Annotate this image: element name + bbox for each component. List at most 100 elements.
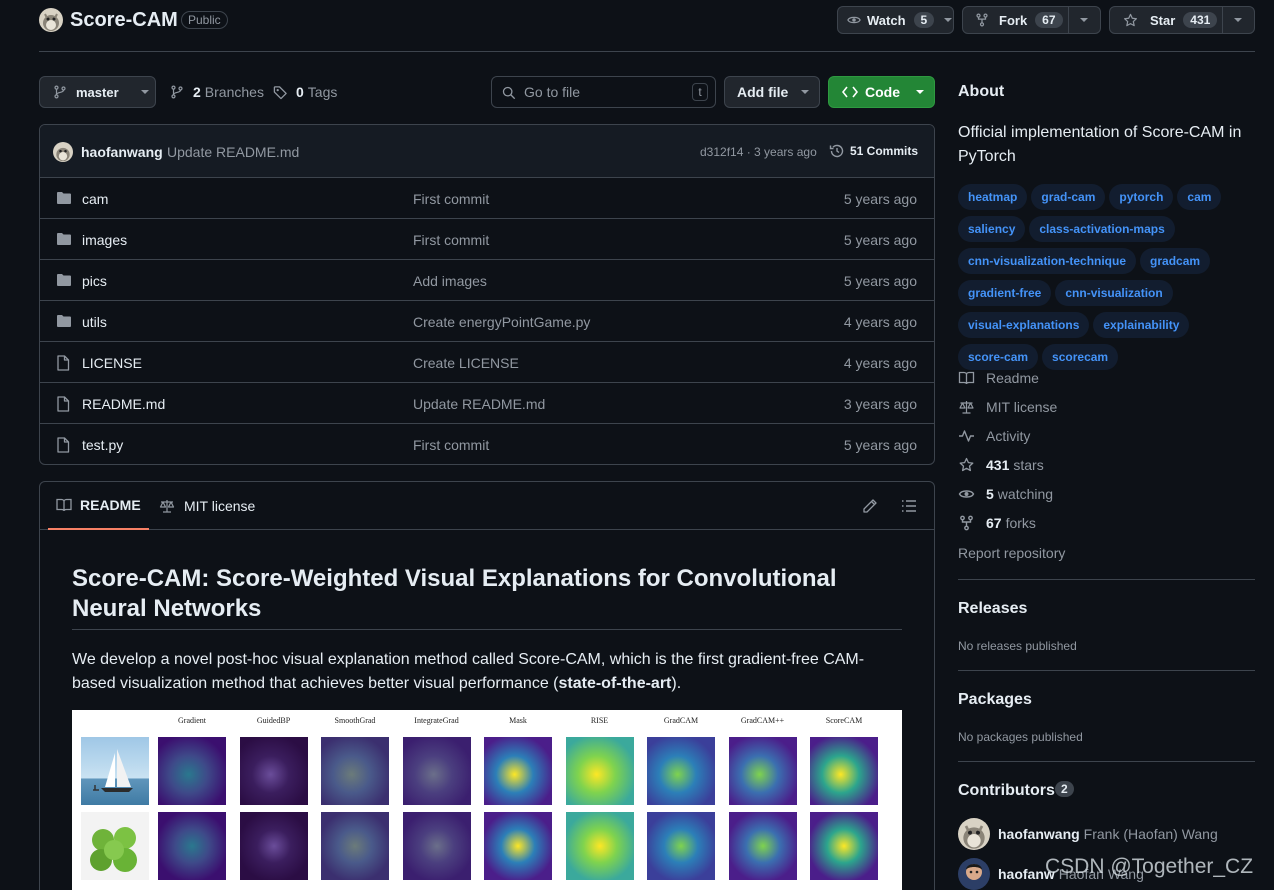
branch-select[interactable]: master: [39, 76, 156, 108]
avatar[interactable]: [53, 142, 73, 162]
commit-author[interactable]: haofanwang: [81, 144, 163, 160]
file-commit-message[interactable]: Create LICENSE: [413, 355, 519, 371]
branch-icon: [54, 85, 66, 99]
fork-button[interactable]: Fork 67: [962, 6, 1101, 34]
topic-tag[interactable]: gradcam: [1140, 248, 1211, 274]
forks-link[interactable]: 67 forks: [958, 515, 1036, 531]
tab-license[interactable]: MIT license: [159, 482, 255, 530]
fork-icon: [976, 13, 988, 27]
star-count: 431: [1183, 12, 1218, 28]
avatar: [958, 818, 990, 850]
file-commit-message[interactable]: Update README.md: [413, 396, 545, 412]
go-to-file-input[interactable]: Go to file t: [491, 76, 716, 108]
contributor-item[interactable]: haofanwang Frank (Haofan) Wang: [958, 818, 1218, 850]
report-link[interactable]: Report repository: [958, 545, 1065, 561]
topic-tag[interactable]: cam: [1177, 184, 1222, 210]
file-name[interactable]: cam: [82, 191, 108, 207]
file-name[interactable]: utils: [82, 314, 107, 330]
topic-tag[interactable]: visual-explanations: [958, 312, 1090, 338]
topic-tag[interactable]: heatmap: [958, 184, 1028, 210]
file-name[interactable]: test.py: [82, 437, 123, 453]
commit-hash-time[interactable]: d312f14 · 3 years ago: [700, 145, 817, 159]
topic-tag[interactable]: explainability: [1093, 312, 1190, 338]
repo-name[interactable]: Score-CAM: [70, 9, 178, 32]
file-icon: [56, 437, 70, 453]
file-row[interactable]: images First commit 5 years ago: [40, 219, 934, 260]
topic-tag[interactable]: saliency: [958, 216, 1026, 242]
chevron-down-icon[interactable]: [944, 18, 953, 22]
add-file-button[interactable]: Add file: [724, 76, 820, 108]
file-commit-message[interactable]: First commit: [413, 437, 489, 453]
file-name[interactable]: LICENSE: [82, 355, 142, 371]
heatmap-tile: [810, 812, 878, 880]
file-row[interactable]: test.py First commit 5 years ago: [40, 424, 934, 464]
file-name[interactable]: images: [82, 232, 127, 248]
topic-tag[interactable]: class-activation-maps: [1029, 216, 1175, 242]
commits-count: 51 Commits: [850, 144, 919, 158]
star-button[interactable]: Star 431: [1109, 6, 1255, 34]
branch-icon: [171, 85, 183, 99]
code-button[interactable]: Code: [828, 76, 935, 108]
topic-tag[interactable]: gradient-free: [958, 280, 1052, 306]
file-row[interactable]: README.md Update README.md 3 years ago: [40, 383, 934, 424]
book-icon: [958, 371, 975, 385]
sailboat-image: [81, 737, 149, 805]
topic-tag[interactable]: pytorch: [1109, 184, 1174, 210]
figure-column-label: GuidedBP: [256, 716, 291, 725]
license-link[interactable]: MIT license: [958, 399, 1057, 415]
contributor-login: haofanwang: [998, 826, 1080, 842]
branches-link[interactable]: 2 Branches: [170, 84, 264, 100]
star-icon: [1123, 13, 1138, 26]
chevron-down-icon[interactable]: [1234, 18, 1242, 22]
heatmap-tile: [402, 812, 471, 880]
star-label: Star: [1150, 12, 1176, 28]
watch-button[interactable]: Watch 5: [837, 6, 954, 34]
commit-message[interactable]: Update README.md: [167, 144, 299, 160]
packages-heading[interactable]: Packages: [958, 691, 1032, 709]
para-bold: state-of-the-art: [558, 675, 672, 692]
topic-tag[interactable]: score-cam: [958, 344, 1039, 370]
file-row[interactable]: pics Add images 5 years ago: [40, 260, 934, 301]
heatmap-tile: [728, 737, 797, 805]
file-commit-message[interactable]: First commit: [413, 232, 489, 248]
sidebar-divider: [958, 761, 1255, 762]
tags-count: 0: [296, 84, 304, 100]
watching-link[interactable]: 5 watching: [958, 486, 1053, 502]
topic-tag[interactable]: grad-cam: [1031, 184, 1106, 210]
file-name[interactable]: README.md: [82, 396, 165, 412]
stars-link[interactable]: 431 stars: [958, 457, 1044, 473]
releases-heading[interactable]: Releases: [958, 600, 1027, 618]
topic-tag[interactable]: cnn-visualization-technique: [958, 248, 1137, 274]
activity-link[interactable]: Activity: [958, 428, 1030, 444]
file-age: 5 years ago: [843, 273, 917, 289]
file-commit-message[interactable]: Add images: [413, 273, 487, 289]
heatmap-tile: [647, 737, 715, 805]
file-row[interactable]: utils Create energyPointGame.py 4 years ag…: [40, 301, 934, 342]
contributors-heading[interactable]: Contributors: [958, 782, 1055, 800]
owner-avatar[interactable]: [39, 8, 63, 32]
file-row[interactable]: LICENSE Create LICENSE 4 years ago: [40, 342, 934, 383]
branches-count: 2: [193, 84, 201, 100]
topics-list: heatmap grad-cam pytorch cam saliency class-a…: [958, 184, 1255, 376]
file-row[interactable]: cam First commit 5 years ago: [40, 178, 934, 219]
tab-readme[interactable]: README: [48, 482, 149, 530]
topic-tag[interactable]: scorecam: [1042, 344, 1119, 370]
file-icon: [56, 355, 70, 371]
fork-label: Fork: [999, 12, 1028, 28]
list-icon[interactable]: [901, 499, 917, 513]
chevron-down-icon: [916, 90, 924, 94]
commits-link[interactable]: 51 Commits: [829, 143, 918, 159]
pencil-icon[interactable]: [862, 498, 878, 514]
file-age: 4 years ago: [843, 314, 917, 330]
file-list: cam First commit 5 years ago images First co…: [40, 178, 934, 464]
heatmap-tile: [239, 737, 308, 805]
readme-link[interactable]: Readme: [958, 370, 1039, 386]
tags-link[interactable]: 0 Tags: [273, 84, 337, 100]
file-commit-message[interactable]: First commit: [413, 191, 489, 207]
file-name[interactable]: pics: [82, 273, 107, 289]
chevron-down-icon[interactable]: [1080, 18, 1088, 22]
topic-tag[interactable]: cnn-visualization: [1055, 280, 1173, 306]
file-commit-message[interactable]: Create energyPointGame.py: [413, 314, 590, 330]
branches-label: Branches: [204, 84, 264, 100]
heatmap-tile: [239, 812, 308, 880]
